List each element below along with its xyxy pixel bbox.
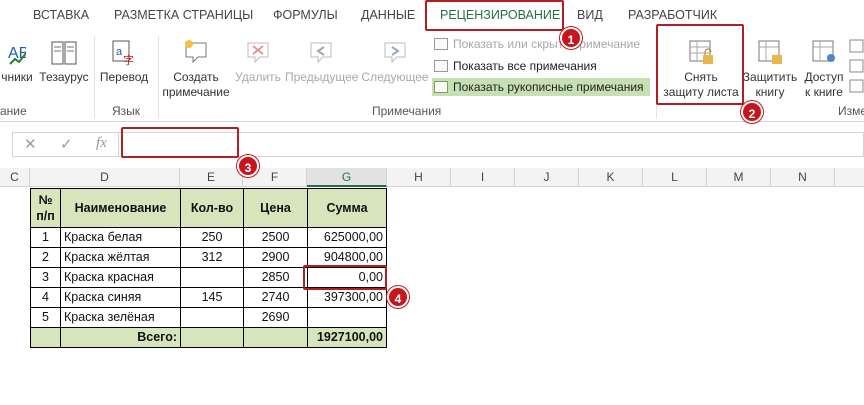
cell-quantity[interactable]: 312 (180, 247, 244, 268)
protect-book-icon (758, 40, 782, 64)
cell-price[interactable]: 2850 (243, 267, 308, 288)
cancel-icon[interactable]: ✕ (24, 135, 37, 153)
total-blank-cell[interactable] (30, 327, 61, 348)
column-header-g[interactable]: G (307, 168, 387, 187)
cell-quantity[interactable]: 250 (180, 227, 244, 248)
step-badge-3: 3 (237, 155, 259, 177)
delete-comment-button[interactable]: Удалить (233, 38, 283, 85)
book-icon (51, 41, 77, 65)
tab-page-layout[interactable]: РАЗМЕТКА СТРАНИЦЫ (114, 8, 253, 22)
cell-sum-empty[interactable] (307, 307, 387, 328)
tab-insert[interactable]: ВСТАВКА (33, 8, 89, 22)
cell-number[interactable]: 3 (30, 267, 61, 288)
header-quantity[interactable]: Кол-во (180, 188, 244, 228)
cell-number[interactable]: 2 (30, 247, 61, 268)
translate-icon: a字 (112, 40, 134, 66)
fx-icon[interactable]: fx (96, 135, 107, 152)
highlight-formula-bar (121, 127, 239, 158)
cell-quantity[interactable] (180, 267, 244, 288)
svg-text:字: 字 (123, 53, 134, 66)
column-header-i[interactable]: I (451, 168, 515, 187)
highlight-review-tab (425, 0, 564, 31)
cell-name[interactable]: Краска зелёная (60, 307, 181, 328)
show-hide-comment-button[interactable]: Показать или скрыть примечание (434, 35, 640, 53)
tab-developer[interactable]: РАЗРАБОТЧИК (628, 8, 717, 22)
cell-price[interactable]: 2500 (243, 227, 308, 248)
highlight-empty-sum-cell (303, 265, 387, 290)
share-book-icon (812, 40, 835, 62)
cell-quantity[interactable] (180, 307, 244, 328)
next-comment-icon (384, 42, 406, 64)
column-header-m[interactable]: M (707, 168, 771, 187)
cell-name[interactable]: Краска синяя (60, 287, 181, 308)
previous-comment-icon (310, 42, 332, 64)
group-comments-label: Примечания (372, 104, 442, 118)
step-badge-4: 4 (387, 286, 409, 308)
cell-price[interactable]: 2900 (243, 247, 308, 268)
cell-price[interactable]: 2690 (243, 307, 308, 328)
show-ink-button[interactable]: Показать рукописные примечания (432, 78, 650, 96)
cell-sum[interactable]: 625000,00 (307, 227, 387, 248)
show-all-comments-button[interactable]: Показать все примечания (434, 57, 597, 75)
total-blank-cell[interactable] (243, 327, 308, 348)
tab-formulas[interactable]: ФОРМУЛЫ (273, 8, 338, 22)
next-comment-button[interactable]: Следующее (360, 38, 430, 85)
new-comment-icon (185, 40, 207, 64)
header-number[interactable]: № п/п (30, 188, 61, 228)
previous-comment-button[interactable]: Предыдущее (285, 38, 358, 85)
enter-icon[interactable]: ✓ (60, 135, 73, 153)
column-header-j[interactable]: J (515, 168, 579, 187)
header-name[interactable]: Наименование (60, 188, 181, 228)
translate-button[interactable]: a字 Перевод (98, 38, 150, 85)
delete-comment-icon (247, 42, 269, 64)
spelling-button[interactable]: ABC чники (0, 38, 34, 85)
cell-number[interactable]: 1 (30, 227, 61, 248)
group-proofing-label: ание (0, 104, 27, 118)
show-all-comments-icon (434, 60, 448, 72)
cell-sum[interactable]: 397300,00 (307, 287, 387, 308)
column-header-k[interactable]: K (579, 168, 643, 187)
column-header-d[interactable]: D (30, 168, 180, 187)
ink-icon (434, 81, 448, 93)
total-blank-cell[interactable] (180, 327, 244, 348)
tab-view[interactable]: ВИД (577, 8, 603, 22)
thesaurus-button[interactable]: Тезаурус (39, 38, 89, 85)
header-sum[interactable]: Сумма (307, 188, 387, 228)
step-badge-1: 1 (560, 27, 582, 49)
header-price[interactable]: Цена (243, 188, 308, 228)
tab-data[interactable]: ДАННЫЕ (361, 8, 415, 22)
cell-price[interactable]: 2740 (243, 287, 308, 308)
share-book-button[interactable]: Доступ к книге (800, 38, 848, 100)
group-changes-label: Изме (838, 104, 864, 118)
highlight-unprotect-sheet (656, 24, 744, 105)
column-header-e[interactable]: E (180, 168, 243, 187)
step-badge-2: 2 (741, 101, 763, 123)
svg-text:a: a (116, 46, 123, 58)
cell-name[interactable]: Краска красная (60, 267, 181, 288)
create-comment-button[interactable]: Создать примечание (162, 38, 230, 100)
cell-number[interactable]: 5 (30, 307, 61, 328)
cell-name[interactable]: Краска белая (60, 227, 181, 248)
cell-name[interactable]: Краска жёлтая (60, 247, 181, 268)
column-header-h[interactable]: H (387, 168, 451, 187)
show-comment-icon (434, 38, 448, 50)
group-language-label: Язык (112, 104, 141, 118)
more-changes-icons (849, 38, 864, 98)
protect-book-button[interactable]: Защитить книгу (741, 38, 799, 100)
total-value[interactable]: 1927100,00 (307, 327, 387, 348)
total-label[interactable]: Всего: (60, 327, 181, 348)
cell-number[interactable]: 4 (30, 287, 61, 308)
spelling-icon: ABC (8, 45, 26, 65)
column-header-n[interactable]: N (771, 168, 835, 187)
column-header-c[interactable]: C (0, 168, 30, 187)
cell-quantity[interactable]: 145 (180, 287, 244, 308)
column-header-l[interactable]: L (643, 168, 707, 187)
column-header-o[interactable] (835, 168, 864, 187)
